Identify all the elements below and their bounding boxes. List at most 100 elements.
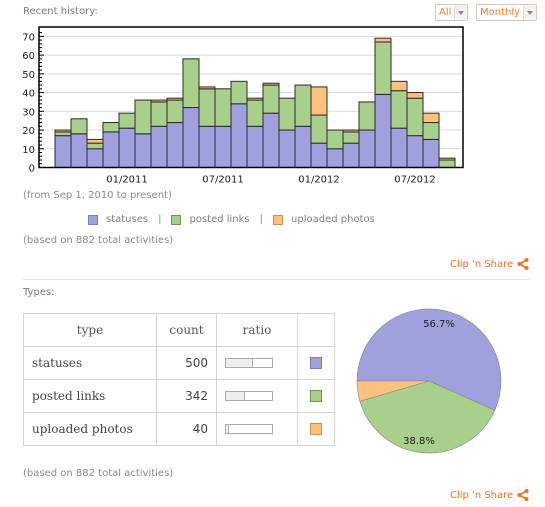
- table-row: uploaded photos 40: [23, 412, 335, 446]
- bar-posted-links: [262, 84, 280, 114]
- legend-swatch-statuses: [88, 214, 98, 225]
- bar-statuses: [134, 133, 152, 168]
- bar-statuses: [406, 135, 424, 169]
- bar-statuses: [102, 131, 120, 169]
- legend-label-uploaded-photos: uploaded photos: [291, 214, 375, 225]
- type-cell: posted links: [23, 379, 157, 413]
- bar-statuses: [214, 125, 232, 168]
- bar-posted-links: [134, 99, 152, 135]
- bar-uploaded-photos: [198, 86, 216, 90]
- ratio-bar: [225, 391, 273, 401]
- history-total-note: (based on 882 total activities): [23, 235, 174, 246]
- clip-share-button-history[interactable]: Clip 'n Share: [450, 258, 529, 270]
- count-cell: 500: [156, 346, 217, 380]
- y-tick-label: 20: [22, 126, 35, 137]
- count-cell: 342: [156, 379, 217, 413]
- x-tick-label: 07/2011: [202, 175, 244, 186]
- range-note: (from Sep 1, 2010 to present): [23, 190, 172, 201]
- bar-uploaded-photos: [390, 80, 408, 92]
- table-row: statuses 500: [23, 346, 335, 380]
- bar-posted-links: [182, 58, 200, 109]
- bar-statuses: [182, 107, 200, 169]
- type-cell: statuses: [23, 346, 157, 380]
- period-select-value: Monthly: [480, 7, 521, 18]
- clip-share-label: Clip 'n Share: [450, 258, 514, 270]
- color-cell: [297, 412, 335, 446]
- legend-label-posted-links: posted links: [189, 214, 250, 225]
- x-tick-label: 01/2012: [298, 175, 340, 186]
- chevron-down-icon: [454, 5, 468, 20]
- bar-posted-links: [374, 41, 392, 95]
- color-swatch: [310, 390, 322, 402]
- bar-uploaded-photos: [310, 86, 328, 116]
- bar-uploaded-photos: [54, 129, 72, 133]
- clip-share-button-types[interactable]: Clip 'n Share: [450, 489, 529, 501]
- bar-posted-links: [246, 99, 264, 127]
- bar-posted-links: [86, 142, 104, 150]
- bar-posted-links: [70, 118, 88, 135]
- ratio-cell: [216, 379, 298, 413]
- bar-uploaded-photos: [342, 129, 360, 133]
- bar-posted-links: [406, 97, 424, 137]
- bar-posted-links: [198, 88, 216, 127]
- y-tick-label: 10: [22, 145, 35, 156]
- count-cell: 40: [156, 412, 217, 446]
- bar-posted-links: [342, 131, 360, 144]
- share-icon: [517, 489, 529, 501]
- bar-posted-links: [54, 131, 72, 137]
- bar-statuses: [342, 142, 360, 168]
- bar-statuses: [374, 93, 392, 168]
- bar-posted-links: [358, 101, 376, 131]
- color-swatch: [310, 357, 322, 369]
- bar-posted-links: [422, 122, 440, 140]
- ratio-bar-fill: [226, 425, 230, 433]
- legend-separator: |: [259, 214, 264, 225]
- bar-uploaded-photos: [150, 99, 168, 103]
- legend-swatch-uploaded-photos: [273, 214, 284, 225]
- y-tick-label: 30: [22, 107, 35, 118]
- types-table: type count ratio statuses 500 posted lin…: [23, 313, 335, 446]
- filter-select[interactable]: All: [435, 4, 469, 21]
- legend-separator: |: [158, 214, 162, 225]
- y-tick-label: 0: [29, 164, 35, 175]
- recent-history-title: Recent history:: [23, 6, 98, 17]
- table-row: posted links 342: [23, 379, 335, 413]
- bar-statuses: [310, 142, 328, 168]
- legend-label-statuses: statuses: [106, 214, 149, 225]
- bar-uploaded-photos: [166, 97, 184, 101]
- period-select[interactable]: Monthly: [476, 4, 538, 21]
- bar-posted-links: [438, 159, 456, 169]
- bar-statuses: [230, 103, 248, 168]
- bar-uploaded-photos: [262, 82, 280, 86]
- column-header-type: type: [23, 313, 157, 347]
- type-cell: uploaded photos: [23, 412, 157, 446]
- ratio-cell: [216, 346, 298, 380]
- bar-posted-links: [390, 90, 408, 129]
- bar-statuses: [278, 129, 296, 168]
- bar-uploaded-photos: [374, 37, 392, 43]
- ratio-bar: [225, 424, 273, 434]
- column-header-count: count: [156, 313, 217, 347]
- bar-posted-links: [278, 97, 296, 131]
- pie-label: 56.7%: [423, 319, 455, 330]
- filter-select-value: All: [439, 7, 452, 18]
- types-pie-chart: 56.7% 38.8%: [356, 308, 502, 454]
- bar-statuses: [198, 125, 216, 168]
- bar-statuses: [262, 112, 280, 168]
- y-tick-label: 70: [22, 32, 35, 43]
- column-header-ratio: ratio: [216, 313, 298, 347]
- bar-uploaded-photos: [422, 112, 440, 124]
- bar-posted-links: [230, 80, 248, 105]
- column-header-color: [297, 313, 335, 347]
- bar-posted-links: [118, 112, 136, 129]
- ratio-bar: [225, 358, 273, 368]
- bar-statuses: [118, 127, 136, 169]
- bar-uploaded-photos: [246, 97, 264, 101]
- bar-statuses: [390, 127, 408, 169]
- types-title: Types:: [23, 287, 55, 298]
- chart-legend: statuses | posted links | uploaded photo…: [88, 214, 375, 225]
- bar-posted-links: [166, 99, 184, 124]
- clip-share-label: Clip 'n Share: [450, 489, 514, 501]
- bar-posted-links: [150, 101, 168, 127]
- color-cell: [297, 379, 335, 413]
